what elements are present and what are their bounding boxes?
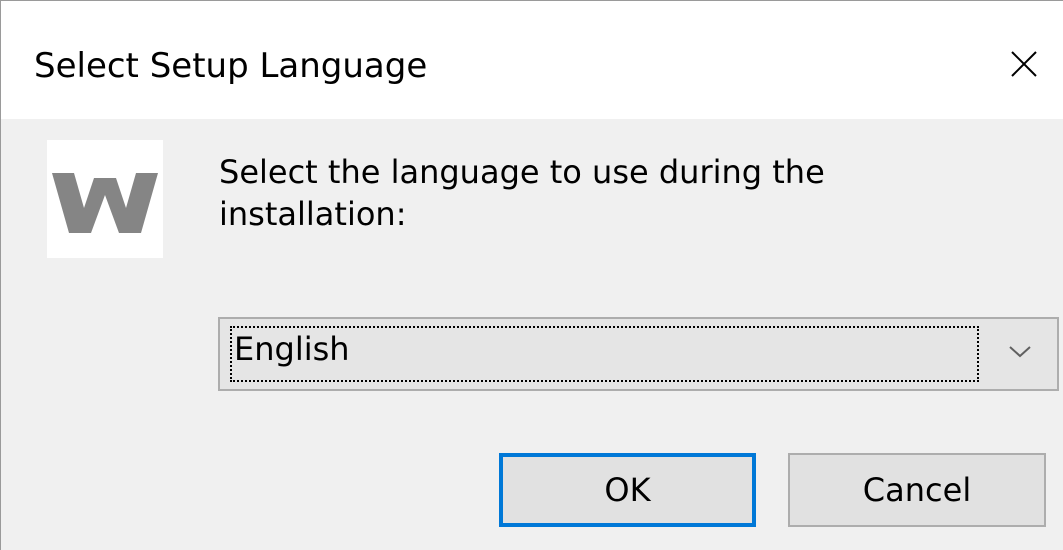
cancel-button[interactable]: Cancel [788, 453, 1046, 527]
close-button[interactable] [983, 31, 1063, 111]
w-logo-icon [52, 173, 158, 233]
setup-language-dialog: Select Setup Language Select the languag… [0, 0, 1063, 550]
app-logo [47, 140, 163, 258]
chevron-down-icon [1009, 346, 1031, 358]
title-bar[interactable]: Select Setup Language [1, 1, 1063, 119]
dropdown-arrow-button[interactable] [987, 319, 1057, 389]
ok-button[interactable]: OK [499, 453, 756, 527]
window-title: Select Setup Language [34, 46, 428, 86]
language-prompt: Select the language to use during the in… [219, 153, 825, 233]
language-select[interactable]: English [218, 317, 1059, 391]
selected-language: English [234, 330, 350, 368]
close-icon [1011, 51, 1037, 77]
